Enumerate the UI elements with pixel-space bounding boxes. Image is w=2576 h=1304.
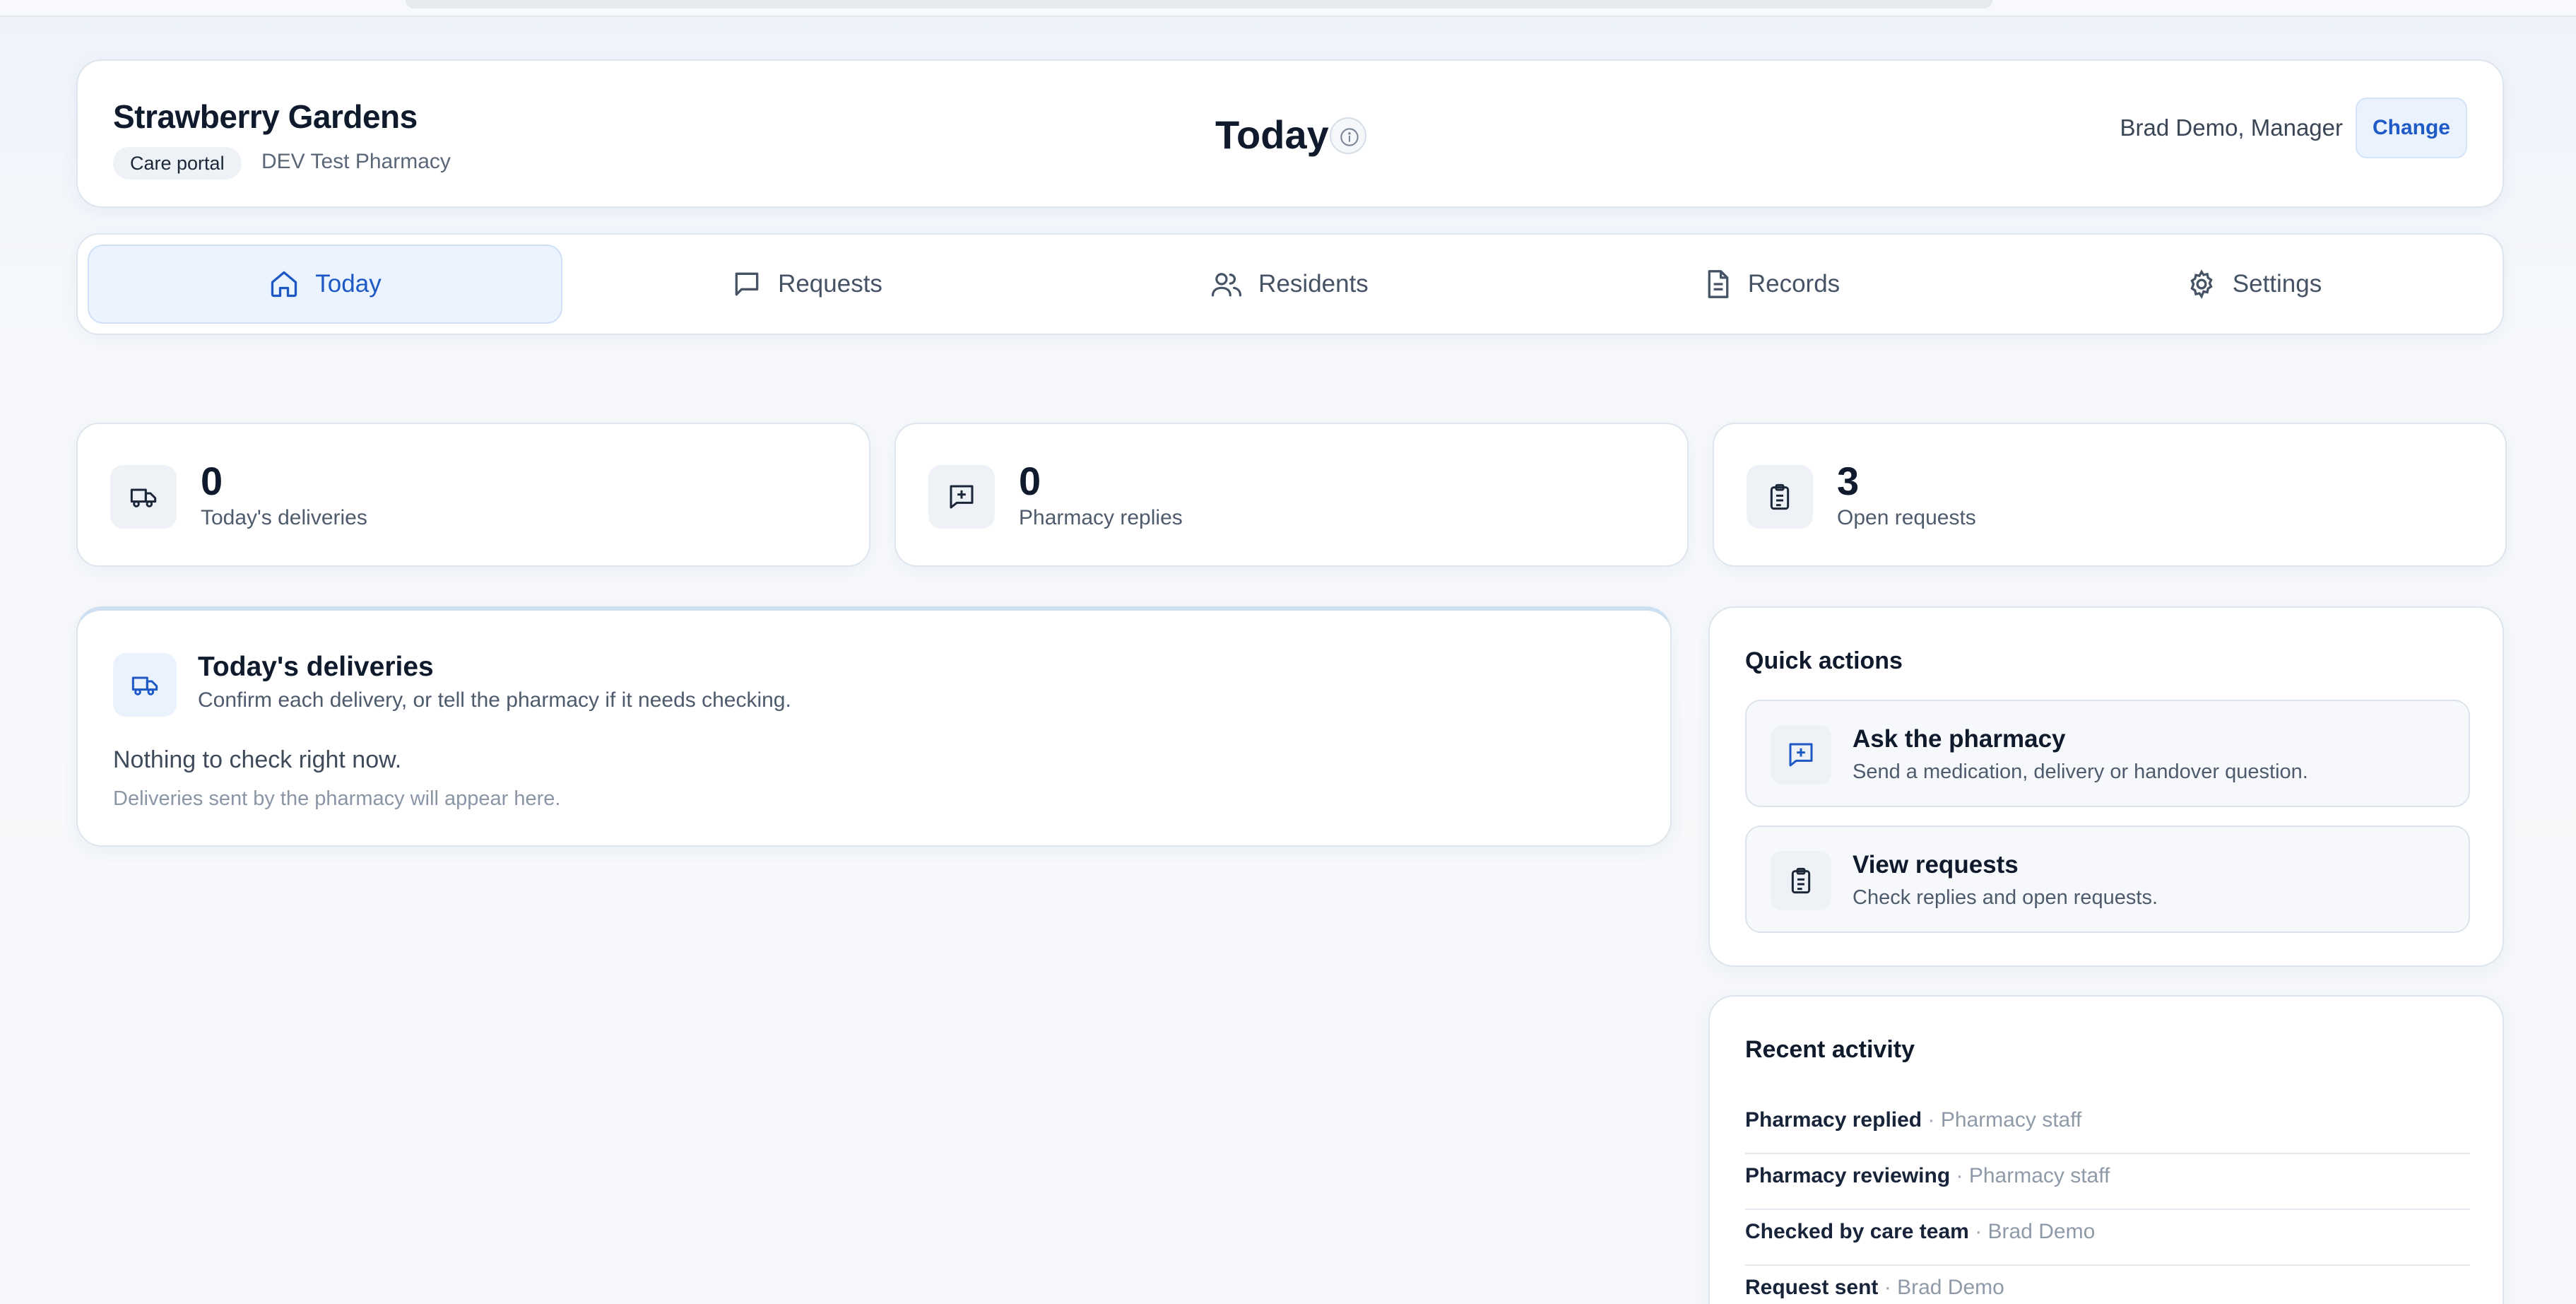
tab-settings[interactable]: Settings xyxy=(2016,245,2491,324)
tab-label: Today xyxy=(315,270,382,298)
activity-event: Pharmacy replied xyxy=(1745,1108,1922,1132)
recent-activity-panel: Recent activity Pharmacy replied · Pharm… xyxy=(1708,995,2504,1304)
deliveries-subtitle: Confirm each delivery, or tell the pharm… xyxy=(198,688,791,712)
tab-label: Records xyxy=(1747,270,1841,298)
truck-icon xyxy=(110,465,177,529)
deliveries-title: Today's deliveries xyxy=(198,652,434,682)
deliveries-hint: Deliveries sent by the pharmacy will app… xyxy=(113,787,561,810)
pharmacy-name: DEV Test Pharmacy xyxy=(261,150,451,173)
stat-value: 0 xyxy=(201,459,223,503)
activity-item[interactable]: Checked by care team · Brad Demo xyxy=(1745,1210,2470,1266)
page-title: Today xyxy=(1215,112,1329,157)
quick-actions-panel: Quick actions Ask the pharmacy Send a me… xyxy=(1708,606,2504,967)
ask-pharmacy-action[interactable]: Ask the pharmacy Send a medication, deli… xyxy=(1745,700,2470,807)
info-icon[interactable] xyxy=(1330,117,1366,154)
quick-actions-title: Quick actions xyxy=(1745,647,1903,674)
activity-separator: · xyxy=(1956,1164,1963,1187)
tab-label: Residents xyxy=(1258,270,1369,298)
activity-separator: · xyxy=(1975,1220,1983,1243)
activity-actor: Brad Demo xyxy=(1987,1220,2096,1243)
stat-label: Open requests xyxy=(1837,506,1976,529)
activity-item[interactable]: Pharmacy replied · Pharmacy staff xyxy=(1745,1098,2470,1154)
clipboard-icon xyxy=(1747,465,1813,529)
stat-card-open-requests[interactable]: 3 Open requests xyxy=(1713,423,2507,567)
tab-records[interactable]: Records xyxy=(1535,245,2009,324)
stat-label: Today's deliveries xyxy=(201,506,367,529)
stat-value: 0 xyxy=(1019,459,1041,503)
activity-separator: · xyxy=(1884,1276,1891,1299)
action-title: View requests xyxy=(1853,851,2019,879)
tab-label: Settings xyxy=(2232,270,2322,298)
activity-event: Checked by care team xyxy=(1745,1220,1969,1243)
activity-item[interactable]: Request sent · Brad Demo xyxy=(1745,1266,2470,1304)
document-icon xyxy=(1708,270,1729,298)
tab-today[interactable]: Today xyxy=(88,245,562,324)
tab-requests[interactable]: Requests xyxy=(569,245,1044,324)
activity-event: Pharmacy reviewing xyxy=(1745,1164,1951,1187)
message-plus-icon xyxy=(1771,725,1831,785)
browser-top-strip xyxy=(0,0,2576,17)
portal-badge: Care portal xyxy=(113,147,242,180)
current-user: Brad Demo, Manager xyxy=(2120,114,2343,141)
stat-label: Pharmacy replies xyxy=(1019,506,1183,529)
message-icon xyxy=(735,272,759,296)
activity-item[interactable]: Pharmacy reviewing · Pharmacy staff xyxy=(1745,1154,2470,1210)
activity-event: Request sent xyxy=(1745,1276,1879,1299)
clipboard-icon xyxy=(1771,851,1831,910)
tab-residents[interactable]: Residents xyxy=(1052,245,1527,324)
site-name: Strawberry Gardens xyxy=(113,98,418,135)
deliveries-panel: Today's deliveries Confirm each delivery… xyxy=(76,606,1672,847)
recent-activity-title: Recent activity xyxy=(1745,1036,1915,1063)
site-header: Strawberry Gardens Care portal DEV Test … xyxy=(76,59,2504,208)
action-subtitle: Send a medication, delivery or handover … xyxy=(1853,760,2308,783)
deliveries-empty-text: Nothing to check right now. xyxy=(113,746,402,773)
stat-card-deliveries[interactable]: 0 Today's deliveries xyxy=(76,423,870,567)
action-title: Ask the pharmacy xyxy=(1853,725,2066,753)
stat-card-pharmacy-replies[interactable]: 0 Pharmacy replies xyxy=(894,423,1689,567)
main-nav: Today Requests Residents Records Setting… xyxy=(76,233,2504,335)
message-plus-icon xyxy=(928,465,995,529)
address-bar-edge xyxy=(406,0,1992,8)
stat-value: 3 xyxy=(1837,459,1860,503)
users-icon xyxy=(1212,273,1242,297)
gear-icon xyxy=(2190,269,2213,299)
activity-separator: · xyxy=(1927,1108,1935,1132)
home-icon xyxy=(271,271,297,298)
action-subtitle: Check replies and open requests. xyxy=(1853,886,2158,909)
truck-icon xyxy=(113,653,177,717)
activity-actor: Pharmacy staff xyxy=(1940,1108,2082,1132)
activity-actor: Brad Demo xyxy=(1897,1276,2004,1299)
tab-label: Requests xyxy=(778,270,882,298)
change-user-button[interactable]: Change xyxy=(2356,98,2467,158)
activity-actor: Pharmacy staff xyxy=(1968,1164,2110,1187)
view-requests-action[interactable]: View requests Check replies and open req… xyxy=(1745,826,2470,933)
